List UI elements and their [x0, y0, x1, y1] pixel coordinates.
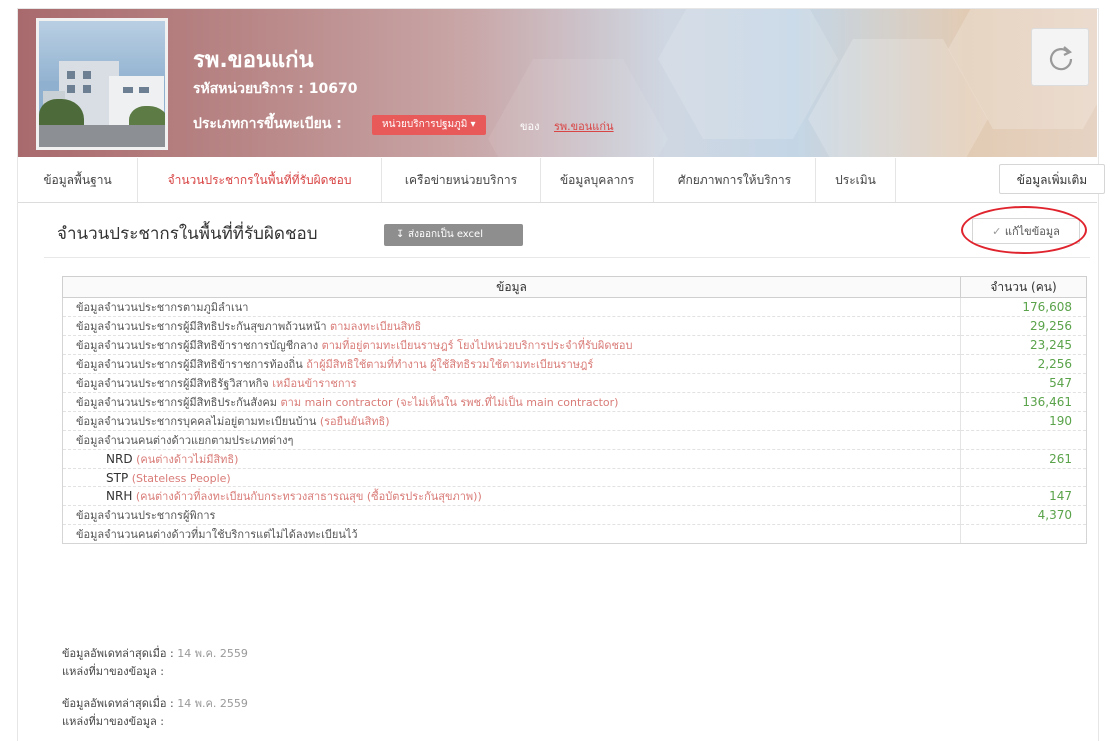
row-label-cell: NRH (คนต่างด้าวที่ลงทะเบียนกับกระทรวงสาธ…: [62, 486, 961, 506]
table-row: STP (Stateless People): [62, 468, 1087, 487]
column-header-count: จำนวน (คน): [960, 276, 1087, 298]
wrench-icon: ✓: [992, 225, 1002, 238]
row-label-cell: ข้อมูลจำนวนคนต่างด้าวที่มาใช้บริการแต่ไม…: [62, 524, 961, 544]
tab-basic-info[interactable]: ข้อมูลพื้นฐาน: [18, 158, 138, 202]
row-note: เหมือนข้าราชการ: [272, 377, 357, 390]
row-count: [960, 468, 1087, 487]
updated-value: 14 พ.ค. 2559: [177, 697, 248, 710]
row-note: (รอยืนยันสิทธิ): [319, 415, 390, 428]
row-label-cell: ข้อมูลจำนวนประชากรผู้มีสิทธิรัฐวิสาหกิจ …: [62, 373, 961, 393]
row-label: ข้อมูลจำนวนประชากรผู้มีสิทธิประกันสังคม: [76, 396, 278, 409]
row-count: 2,256: [960, 354, 1087, 374]
row-count: 261: [960, 449, 1087, 469]
row-label-cell: ข้อมูลจำนวนคนต่างด้าวแยกตามประเภทต่างๆ: [62, 430, 961, 450]
row-note: (คนต่างด้าวที่ลงทะเบียนกับกระทรวงสาธารณส…: [135, 490, 482, 503]
row-count: 147: [960, 486, 1087, 506]
row-note: ตามที่อยู่ตามทะเบียนราษฎร์ โยงไปหน่วยบริ…: [321, 339, 633, 352]
registration-type-dropdown[interactable]: หน่วยบริการปฐมภูมิ ▾: [372, 115, 486, 135]
tab-population[interactable]: จำนวนประชากรในพื้นที่ที่รับผิดชอบ: [138, 158, 382, 202]
parent-hospital-link[interactable]: รพ.ขอนแก่น: [554, 117, 614, 135]
source-label: แหล่งที่มาของข้อมูล :: [62, 715, 164, 728]
table-row: ข้อมูลจำนวนประชากรผู้มีสิทธิประกันสังคม …: [62, 392, 1087, 412]
table-row: ข้อมูลจำนวนประชากรผู้มีสิทธิข้าราชการท้อ…: [62, 354, 1087, 374]
row-label: ข้อมูลจำนวนคนต่างด้าวแยกตามประเภทต่างๆ: [76, 434, 294, 447]
row-note: ถ้าผู้มีสิทธิใช้ตามที่ทำงาน ผู้ใช้สิทธิร…: [306, 358, 594, 371]
population-table: ข้อมูล จำนวน (คน) ข้อมูลจำนวนประชากรตามภ…: [62, 276, 1087, 544]
update-info-2: ข้อมูลอัพเดทล่าสุดเมื่อ : 14 พ.ค. 2559 แ…: [62, 694, 248, 730]
refresh-button[interactable]: [1031, 28, 1089, 86]
row-count: 29,256: [960, 316, 1087, 336]
row-count: 176,608: [960, 297, 1087, 317]
edit-data-label: แก้ไขข้อมูล: [1004, 225, 1060, 238]
row-label-cell: ข้อมูลจำนวนประชากรผู้มีสิทธิประกันสังคม …: [62, 392, 961, 412]
export-excel-button[interactable]: ↧ ส่งออกเป็น excel: [384, 224, 523, 246]
row-label: ข้อมูลจำนวนประชากรผู้มีสิทธิข้าราชการท้อ…: [76, 358, 303, 371]
table-row: NRD (คนต่างด้าวไม่มีสิทธิ) 261: [62, 449, 1087, 469]
row-label: ข้อมูลจำนวนประชากรตามภูมิลำเนา: [76, 301, 249, 314]
tab-service-network[interactable]: เครือข่ายหน่วยบริการ: [382, 158, 541, 202]
table-row: ข้อมูลจำนวนคนต่างด้าวที่มาใช้บริการแต่ไม…: [62, 524, 1087, 544]
row-label-cell: ข้อมูลจำนวนประชากรผู้มีสิทธิประกันสุขภาพ…: [62, 316, 961, 336]
row-label: ข้อมูลจำนวนประชากรบุคคลไม่อยู่ตามทะเบียน…: [76, 415, 317, 428]
row-count: [960, 430, 1087, 450]
tab-service-capacity[interactable]: ศักยภาพการให้บริการ: [654, 158, 816, 202]
row-note: ตามลงทะเบียนสิทธิ: [330, 320, 422, 333]
row-label-cell: ข้อมูลจำนวนประชากรตามภูมิลำเนา: [62, 297, 961, 317]
row-note: (Stateless People): [131, 471, 231, 485]
row-label-cell: ข้อมูลจำนวนประชากรบุคคลไม่อยู่ตามทะเบียน…: [62, 411, 961, 431]
row-note: ตาม main contractor (จะไม่เห็นใน รพช.ที่…: [280, 396, 619, 409]
section-title: จำนวนประชากรในพื้นที่ที่รับผิดชอบ: [57, 224, 318, 244]
table-row: ข้อมูลจำนวนประชากรผู้มีสิทธิข้าราชการบัญ…: [62, 335, 1087, 355]
row-label-cell: STP (Stateless People): [62, 468, 961, 487]
row-label: STP: [106, 470, 129, 485]
row-label: NRH: [106, 489, 133, 503]
table-row: ข้อมูลจำนวนประชากรบุคคลไม่อยู่ตามทะเบียน…: [62, 411, 1087, 431]
caret-down-icon: ▾: [470, 119, 476, 130]
table-row: NRH (คนต่างด้าวที่ลงทะเบียนกับกระทรวงสาธ…: [62, 486, 1087, 506]
table-row: ข้อมูลจำนวนประชากรผู้มีสิทธิประกันสุขภาพ…: [62, 316, 1087, 336]
download-icon: ↧: [396, 229, 405, 240]
row-count: 136,461: [960, 392, 1087, 412]
updated-value: 14 พ.ค. 2559: [177, 647, 248, 660]
table-row: ข้อมูลจำนวนคนต่างด้าวแยกตามประเภทต่างๆ: [62, 430, 1087, 450]
table-row: ข้อมูลจำนวนประชากรตามภูมิลำเนา 176,608: [62, 297, 1087, 317]
row-label: ข้อมูลจำนวนประชากรผู้มีสิทธิข้าราชการบัญ…: [76, 339, 319, 352]
row-label: ข้อมูลจำนวนประชากรผู้มีสิทธิประกันสุขภาพ…: [76, 320, 327, 333]
section-divider: [44, 257, 1090, 258]
table-row: ข้อมูลจำนวนประชากรผู้มีสิทธิรัฐวิสาหกิจ …: [62, 373, 1087, 393]
row-count: 547: [960, 373, 1087, 393]
more-info-button[interactable]: ข้อมูลเพิ่มเติม: [999, 164, 1105, 194]
refresh-icon: [1049, 46, 1073, 71]
service-code: รหัสหน่วยบริการ : 10670: [193, 81, 358, 97]
registration-type-value: หน่วยบริการปฐมภูมิ: [382, 119, 468, 130]
row-label: ข้อมูลจำนวนประชากรผู้มีสิทธิรัฐวิสาหกิจ: [76, 377, 269, 390]
row-label-cell: ข้อมูลจำนวนประชากรผู้มีสิทธิข้าราชการท้อ…: [62, 354, 961, 374]
row-label: ข้อมูลจำนวนประชากรผู้พิการ: [76, 509, 216, 522]
tab-bar: ข้อมูลพื้นฐาน จำนวนประชากรในพื้นที่ที่รั…: [18, 158, 1105, 203]
edit-data-button[interactable]: ✓ แก้ไขข้อมูล: [972, 218, 1080, 244]
table-row: ข้อมูลจำนวนประชากรผู้พิการ 4,370: [62, 505, 1087, 525]
row-note: (คนต่างด้าวไม่มีสิทธิ): [136, 453, 239, 466]
export-excel-label: ส่งออกเป็น excel: [408, 229, 483, 240]
row-label: NRD: [106, 452, 133, 466]
row-count: 190: [960, 411, 1087, 431]
hospital-photo: [36, 18, 168, 150]
hospital-name: รพ.ขอนแก่น: [193, 48, 314, 73]
registration-type-label: ประเภทการขึ้นทะเบียน :: [193, 116, 342, 132]
of-label: ของ: [520, 120, 540, 133]
row-label-cell: ข้อมูลจำนวนประชากรผู้มีสิทธิข้าราชการบัญ…: [62, 335, 961, 355]
tab-evaluation[interactable]: ประเมิน: [816, 158, 896, 202]
tab-personnel[interactable]: ข้อมูลบุคลากร: [541, 158, 654, 202]
row-label-cell: ข้อมูลจำนวนประชากรผู้พิการ: [62, 505, 961, 525]
row-count: 4,370: [960, 505, 1087, 525]
update-info-1: ข้อมูลอัพเดทล่าสุดเมื่อ : 14 พ.ค. 2559 แ…: [62, 644, 248, 680]
column-header-info: ข้อมูล: [62, 276, 961, 298]
row-count: 23,245: [960, 335, 1087, 355]
row-label-cell: NRD (คนต่างด้าวไม่มีสิทธิ): [62, 449, 961, 469]
row-label: ข้อมูลจำนวนคนต่างด้าวที่มาใช้บริการแต่ไม…: [76, 528, 358, 541]
updated-label: ข้อมูลอัพเดทล่าสุดเมื่อ :: [62, 697, 174, 710]
row-count: [960, 524, 1087, 544]
source-label: แหล่งที่มาของข้อมูล :: [62, 665, 164, 678]
updated-label: ข้อมูลอัพเดทล่าสุดเมื่อ :: [62, 647, 174, 660]
